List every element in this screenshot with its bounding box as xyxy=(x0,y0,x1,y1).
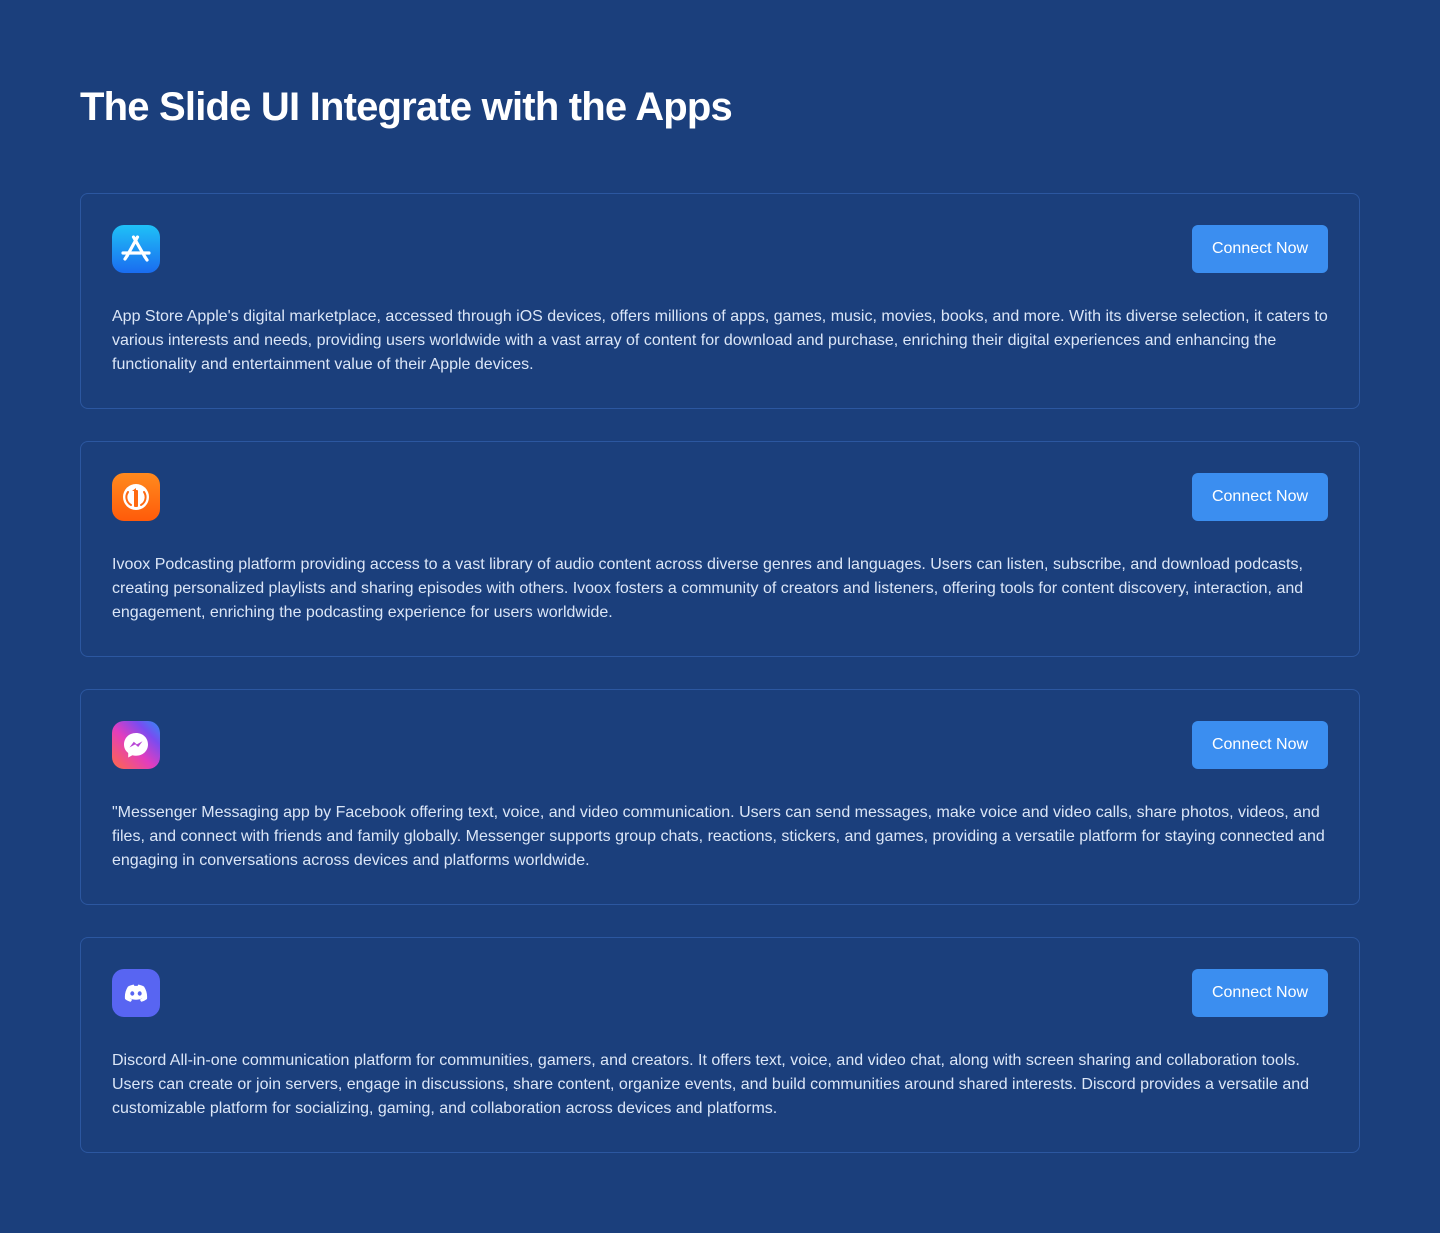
app-card-ivoox: Connect Now Ivoox Podcasting platform pr… xyxy=(80,441,1360,657)
connect-now-button[interactable]: Connect Now xyxy=(1192,969,1328,1017)
app-card-app-store: Connect Now App Store Apple's digital ma… xyxy=(80,193,1360,409)
connect-now-button[interactable]: Connect Now xyxy=(1192,721,1328,769)
app-description: Ivoox Podcasting platform providing acce… xyxy=(112,556,1304,621)
messenger-icon xyxy=(112,721,160,769)
app-card-messenger: Connect Now "Messenger Messaging app by … xyxy=(80,689,1360,905)
app-card-discord: Connect Now Discord All-in-one communica… xyxy=(80,937,1360,1153)
app-description: Discord All-in-one communication platfor… xyxy=(112,1052,1310,1117)
page-title: The Slide UI Integrate with the Apps xyxy=(80,85,733,129)
app-description: "Messenger Messaging app by Facebook off… xyxy=(112,804,1325,869)
app-store-icon xyxy=(112,225,160,273)
app-description: App Store Apple's digital marketplace, a… xyxy=(112,308,1328,373)
discord-icon xyxy=(112,969,160,1017)
connect-now-button[interactable]: Connect Now xyxy=(1192,225,1328,273)
ivoox-icon xyxy=(112,473,160,521)
connect-now-button[interactable]: Connect Now xyxy=(1192,473,1328,521)
